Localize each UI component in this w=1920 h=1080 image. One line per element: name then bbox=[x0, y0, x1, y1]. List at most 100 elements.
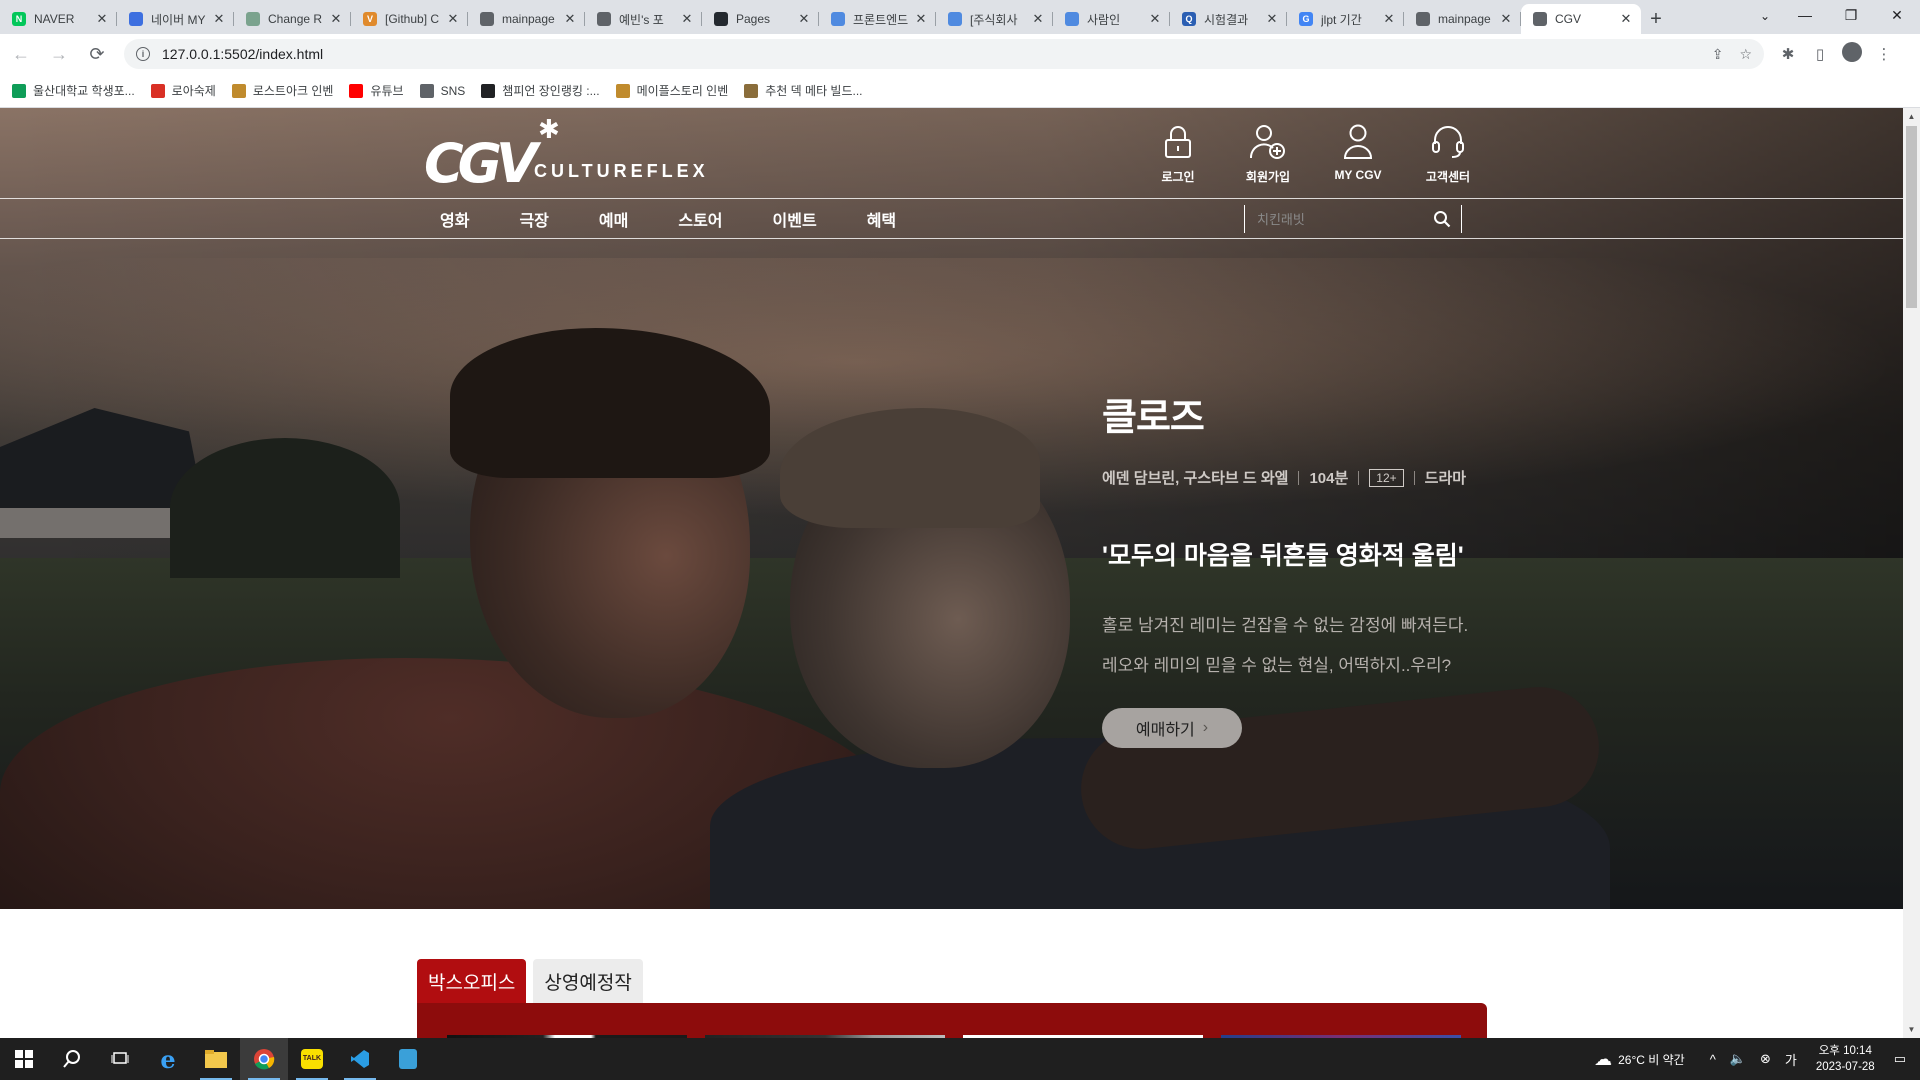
tab-close-icon[interactable]: ✕ bbox=[446, 11, 460, 27]
tab-close-icon[interactable]: ✕ bbox=[914, 11, 928, 27]
back-button[interactable]: ← bbox=[4, 37, 38, 71]
profile-avatar[interactable] bbox=[1836, 42, 1868, 66]
task-view-icon[interactable] bbox=[96, 1038, 144, 1080]
system-tray: ☁ 26°C 비 약간 ^ 🔈 ⊗ 가 오후 10:14 2023-07-28 … bbox=[1594, 1038, 1920, 1080]
book-button[interactable]: 예매하기 › bbox=[1102, 708, 1242, 748]
side-panel-icon[interactable]: ▯ bbox=[1804, 45, 1836, 63]
internet-explorer-icon[interactable]: e bbox=[144, 1038, 192, 1080]
nav-theater[interactable]: 극장 bbox=[519, 207, 548, 231]
scroll-up-arrow[interactable]: ▲ bbox=[1903, 108, 1920, 125]
signup-button[interactable]: 회원가입 bbox=[1223, 122, 1313, 185]
ime-indicator[interactable]: 가 bbox=[1785, 1050, 1797, 1069]
browser-tab[interactable]: 예빈's 포 ✕ bbox=[585, 4, 702, 34]
nav-event[interactable]: 이벤트 bbox=[773, 207, 817, 231]
login-button[interactable]: 로그인 bbox=[1133, 122, 1223, 185]
search-icon[interactable] bbox=[48, 1038, 96, 1080]
scrollbar-thumb[interactable] bbox=[1906, 126, 1917, 308]
browser-tab[interactable]: Gjlpt 기간 ✕ bbox=[1287, 4, 1404, 34]
browser-tab[interactable]: CGV ✕ bbox=[1521, 4, 1641, 34]
bookmark-favicon-icon bbox=[615, 83, 630, 98]
tab-favicon-icon bbox=[1416, 12, 1430, 26]
nav-booking[interactable]: 예매 bbox=[599, 207, 628, 231]
bookmark-item[interactable]: SNS bbox=[419, 83, 465, 98]
browser-tab[interactable]: 사람인 ✕ bbox=[1053, 4, 1170, 34]
bookmark-favicon-icon bbox=[349, 83, 364, 98]
tab-close-icon[interactable]: ✕ bbox=[1382, 11, 1396, 27]
maximize-button[interactable]: ❐ bbox=[1828, 0, 1874, 30]
tab-close-icon[interactable]: ✕ bbox=[329, 11, 343, 27]
tab-close-icon[interactable]: ✕ bbox=[563, 11, 577, 27]
logo-star-icon: ✱ bbox=[538, 114, 560, 144]
browser-tab[interactable]: [주식회사 ✕ bbox=[936, 4, 1053, 34]
movie-meta: 에덴 담브린, 구스타브 드 와엘 104분 12+ 드라마 bbox=[1102, 467, 1702, 488]
customer-center-button[interactable]: 고객센터 bbox=[1403, 122, 1493, 185]
tab-close-icon[interactable]: ✕ bbox=[1031, 11, 1045, 27]
movie-chart-panel bbox=[417, 1003, 1487, 1038]
browser-tab[interactable]: 네이버 MY ✕ bbox=[117, 4, 234, 34]
bookmark-star-icon[interactable]: ☆ bbox=[1739, 46, 1752, 63]
search-icon[interactable] bbox=[1433, 210, 1451, 228]
chevron-up-icon[interactable]: ^ bbox=[1710, 1052, 1716, 1067]
new-tab-button[interactable]: + bbox=[1641, 4, 1671, 34]
tab-close-icon[interactable]: ✕ bbox=[797, 11, 811, 27]
tab-close-icon[interactable]: ✕ bbox=[680, 11, 694, 27]
start-button[interactable] bbox=[0, 1038, 48, 1080]
browser-tab[interactable]: V [Github] C ✕ bbox=[351, 4, 468, 34]
tab-close-icon[interactable]: ✕ bbox=[95, 11, 109, 27]
scroll-down-arrow[interactable]: ▼ bbox=[1903, 1021, 1920, 1038]
volume-icon[interactable]: 🔈 bbox=[1730, 1051, 1746, 1067]
browser-tab[interactable]: mainpage ✕ bbox=[468, 4, 585, 34]
tab-close-icon[interactable]: ✕ bbox=[1265, 11, 1279, 27]
browser-tab[interactable]: Pages ✕ bbox=[702, 4, 819, 34]
search-input[interactable] bbox=[1257, 211, 1433, 227]
menu-kebab-icon[interactable]: ⋮ bbox=[1868, 45, 1900, 63]
browser-tab[interactable]: mainpage ✕ bbox=[1404, 4, 1521, 34]
share-icon[interactable]: ⇪ bbox=[1712, 46, 1724, 63]
network-icon[interactable]: ⊗ bbox=[1760, 1051, 1771, 1067]
my-cgv-button[interactable]: MY CGV bbox=[1313, 122, 1403, 185]
nav-movie[interactable]: 영화 bbox=[440, 207, 469, 231]
address-bar[interactable]: i 127.0.0.1:5502/index.html ⇪ ☆ bbox=[124, 39, 1764, 69]
page-scrollbar[interactable]: ▲ ▼ bbox=[1903, 108, 1920, 1038]
tab-close-icon[interactable]: ✕ bbox=[1148, 11, 1162, 27]
tab-box-office[interactable]: 박스오피스 bbox=[417, 959, 527, 1003]
tab-upcoming[interactable]: 상영예정작 bbox=[533, 959, 643, 1003]
kakaotalk-icon[interactable]: TALK bbox=[288, 1038, 336, 1080]
weather-widget[interactable]: ☁ 26°C 비 약간 bbox=[1594, 1049, 1685, 1070]
page-viewport: CGV ✱ CULTUREFLEX 로그인 회원가입 MY CGV 고객센터 영… bbox=[0, 108, 1903, 1038]
browser-tab[interactable]: 프론트엔드 ✕ bbox=[819, 4, 936, 34]
bookmark-item[interactable]: 메이플스토리 인벤 bbox=[615, 82, 728, 99]
file-explorer-icon[interactable] bbox=[192, 1038, 240, 1080]
tab-title: CGV bbox=[1555, 12, 1582, 26]
bookmark-label: 로아숙제 bbox=[171, 84, 216, 98]
forward-button[interactable]: → bbox=[42, 37, 76, 71]
tab-favicon-icon: N bbox=[12, 12, 26, 26]
bookmark-item[interactable]: 유튜브 bbox=[349, 82, 404, 99]
browser-tab[interactable]: N NAVER ✕ bbox=[0, 4, 117, 34]
browser-tab[interactable]: Change R ✕ bbox=[234, 4, 351, 34]
app-icon[interactable] bbox=[384, 1038, 432, 1080]
vscode-icon[interactable] bbox=[336, 1038, 384, 1080]
extensions-icon[interactable]: ✱ bbox=[1772, 45, 1804, 63]
minimize-button[interactable]: — bbox=[1782, 0, 1828, 30]
bookmark-item[interactable]: 울산대학교 학생포... bbox=[12, 82, 135, 99]
tab-title: 예빈's 포 bbox=[619, 12, 664, 27]
tab-search-icon[interactable]: ⌄ bbox=[1750, 2, 1780, 30]
nav-benefit[interactable]: 혜택 bbox=[867, 207, 896, 231]
tab-close-icon[interactable]: ✕ bbox=[1499, 11, 1513, 27]
nav-store[interactable]: 스토어 bbox=[678, 207, 722, 231]
chrome-icon[interactable] bbox=[240, 1038, 288, 1080]
tab-close-icon[interactable]: ✕ bbox=[1619, 11, 1633, 27]
bookmark-item[interactable]: 추천 덱 메타 빌드... bbox=[744, 82, 863, 99]
close-window-button[interactable]: ✕ bbox=[1874, 0, 1920, 30]
site-info-icon[interactable]: i bbox=[136, 47, 150, 61]
bookmark-item[interactable]: 로스트아크 인벤 bbox=[231, 82, 333, 99]
browser-tab[interactable]: Q 시험결과 ✕ bbox=[1170, 4, 1287, 34]
reload-button[interactable]: ⟳ bbox=[80, 37, 114, 71]
bookmark-item[interactable]: 챔피언 장인랭킹 :... bbox=[481, 82, 600, 99]
bookmark-item[interactable]: 로아숙제 bbox=[150, 82, 216, 99]
notification-icon[interactable]: ▭ bbox=[1894, 1051, 1906, 1067]
clock[interactable]: 오후 10:14 2023-07-28 bbox=[1816, 1043, 1875, 1075]
url-text[interactable]: 127.0.0.1:5502/index.html bbox=[162, 46, 1696, 62]
tab-close-icon[interactable]: ✕ bbox=[212, 11, 226, 27]
